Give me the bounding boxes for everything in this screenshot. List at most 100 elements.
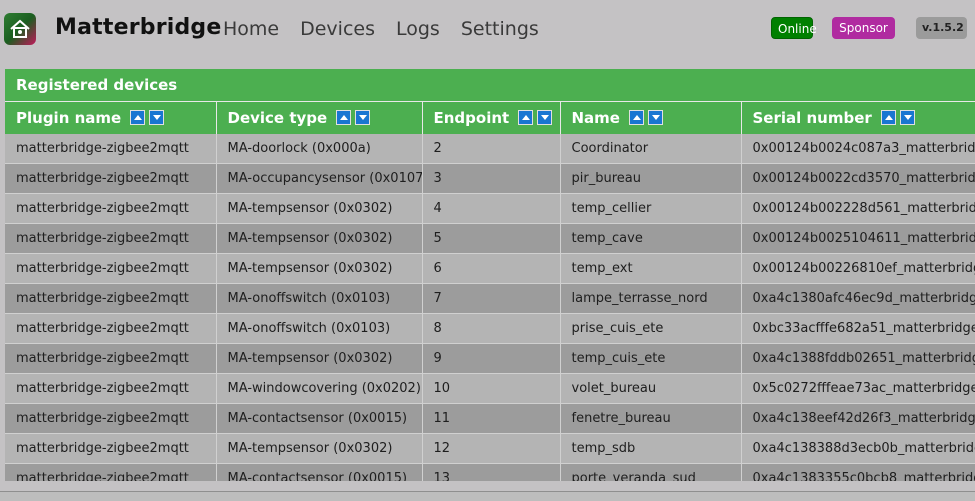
cell-endpoint: 9 <box>422 343 561 374</box>
column-label: Name <box>571 109 620 127</box>
sort-ascending-icon[interactable] <box>629 110 645 125</box>
cell-serial-number: 0xa4c1388fddb02651_matterbridge <box>741 343 975 374</box>
cell-device-type: MA-tempsensor (0x0302) <box>216 223 423 254</box>
cell-name: prise_cuis_ete <box>560 313 742 344</box>
cell-name: Coordinator <box>560 134 742 164</box>
cell-device-type: MA-tempsensor (0x0302) <box>216 343 423 374</box>
cell-endpoint: 3 <box>422 163 561 194</box>
table-body: matterbridge-zigbee2mqtt MA-doorlock (0x0… <box>5 134 975 481</box>
table-row[interactable]: matterbridge-zigbee2mqtt MA-onoffswitch (… <box>5 283 975 314</box>
cell-device-type: MA-occupancysensor (0x0107 <box>216 163 423 194</box>
cell-device-type: MA-contactsensor (0x0015) <box>216 463 423 481</box>
cell-plugin-name: matterbridge-zigbee2mqtt <box>5 403 217 434</box>
sort-descending-icon[interactable] <box>900 110 916 125</box>
cell-plugin-name: matterbridge-zigbee2mqtt <box>5 134 217 164</box>
table-row[interactable]: matterbridge-zigbee2mqtt MA-occupancysens… <box>5 163 975 194</box>
column-header-plugin-name: Plugin name <box>5 101 217 134</box>
app-header: Matterbridge Home Devices Logs Settings … <box>0 0 975 62</box>
sort-ascending-icon[interactable] <box>881 110 897 125</box>
cell-endpoint: 10 <box>422 373 561 404</box>
cell-device-type: MA-tempsensor (0x0302) <box>216 253 423 284</box>
cell-device-type: MA-onoffswitch (0x0103) <box>216 283 423 314</box>
cell-serial-number: 0xa4c1380afc46ec9d_matterbridge <box>741 283 975 314</box>
sort-descending-icon[interactable] <box>355 110 371 125</box>
sort-ascending-icon[interactable] <box>336 110 352 125</box>
table-row[interactable]: matterbridge-zigbee2mqtt MA-tempsensor (0… <box>5 433 975 464</box>
version-badge: v.1.5.2 <box>916 17 967 39</box>
nav-home[interactable]: Home <box>223 18 279 40</box>
cell-serial-number: 0x00124b0022cd3570_matterbridge <box>741 163 975 194</box>
table-row[interactable]: matterbridge-zigbee2mqtt MA-contactsensor… <box>5 463 975 481</box>
column-header-endpoint: Endpoint <box>422 101 561 134</box>
cell-name: temp_ext <box>560 253 742 284</box>
cell-device-type: MA-doorlock (0x000a) <box>216 134 423 164</box>
cell-serial-number: 0xa4c138388d3ecb0b_matterbridge <box>741 433 975 464</box>
logo-house-glyph <box>10 19 30 38</box>
cell-serial-number: 0x5c0272fffeae73ac_matterbridge <box>741 373 975 404</box>
column-label: Device type <box>227 109 328 127</box>
cell-endpoint: 5 <box>422 223 561 254</box>
table-row[interactable]: matterbridge-zigbee2mqtt MA-doorlock (0x0… <box>5 134 975 164</box>
cell-endpoint: 7 <box>422 283 561 314</box>
cell-name: temp_sdb <box>560 433 742 464</box>
cell-plugin-name: matterbridge-zigbee2mqtt <box>5 343 217 374</box>
cell-plugin-name: matterbridge-zigbee2mqtt <box>5 193 217 224</box>
cell-name: temp_cellier <box>560 193 742 224</box>
nav-devices[interactable]: Devices <box>300 18 375 40</box>
main-nav: Home Devices Logs Settings <box>223 18 560 40</box>
panel-title: Registered devices <box>5 69 975 101</box>
cell-serial-number: 0xbc33acfffe682a51_matterbridge <box>741 313 975 344</box>
cell-plugin-name: matterbridge-zigbee2mqtt <box>5 163 217 194</box>
table-row[interactable]: matterbridge-zigbee2mqtt MA-tempsensor (0… <box>5 193 975 224</box>
home-network-icon[interactable] <box>4 13 36 45</box>
cell-name: porte_veranda_sud <box>560 463 742 481</box>
cell-plugin-name: matterbridge-zigbee2mqtt <box>5 283 217 314</box>
column-header-name: Name <box>560 101 742 134</box>
cell-plugin-name: matterbridge-zigbee2mqtt <box>5 223 217 254</box>
column-label: Plugin name <box>16 109 122 127</box>
cell-serial-number: 0x00124b002228d561_matterbridge <box>741 193 975 224</box>
cell-device-type: MA-contactsensor (0x0015) <box>216 403 423 434</box>
table-row[interactable]: matterbridge-zigbee2mqtt MA-contactsensor… <box>5 403 975 434</box>
cell-name: pir_bureau <box>560 163 742 194</box>
cell-device-type: MA-windowcovering (0x0202) <box>216 373 423 404</box>
app-title: Matterbridge <box>55 15 222 40</box>
table-row[interactable]: matterbridge-zigbee2mqtt MA-tempsensor (0… <box>5 343 975 374</box>
cell-serial-number: 0xa4c1383355c0bcb8_matterbridge <box>741 463 975 481</box>
cell-endpoint: 12 <box>422 433 561 464</box>
sort-descending-icon[interactable] <box>537 110 553 125</box>
sort-descending-icon[interactable] <box>149 110 165 125</box>
cell-serial-number: 0x00124b0024c087a3_matterbridge <box>741 134 975 164</box>
sort-ascending-icon[interactable] <box>518 110 534 125</box>
cell-plugin-name: matterbridge-zigbee2mqtt <box>5 313 217 344</box>
registered-devices-panel: Registered devices Plugin name Device ty… <box>5 69 975 481</box>
sponsor-button[interactable]: Sponsor <box>832 17 895 39</box>
table-header-row: Plugin name Device type Endpoint Name Se… <box>5 101 975 134</box>
devices-table: Plugin name Device type Endpoint Name Se… <box>5 101 975 481</box>
cell-endpoint: 2 <box>422 134 561 164</box>
cell-device-type: MA-tempsensor (0x0302) <box>216 193 423 224</box>
table-row[interactable]: matterbridge-zigbee2mqtt MA-onoffswitch (… <box>5 313 975 344</box>
nav-settings[interactable]: Settings <box>461 18 539 40</box>
cell-endpoint: 11 <box>422 403 561 434</box>
cell-endpoint: 6 <box>422 253 561 284</box>
cell-name: lampe_terrasse_nord <box>560 283 742 314</box>
column-label: Endpoint <box>433 109 510 127</box>
cell-name: temp_cave <box>560 223 742 254</box>
nav-logs[interactable]: Logs <box>396 18 440 40</box>
sort-ascending-icon[interactable] <box>130 110 146 125</box>
cell-endpoint: 8 <box>422 313 561 344</box>
column-label: Serial number <box>752 109 872 127</box>
column-header-serial-number: Serial number <box>741 101 975 134</box>
cell-plugin-name: matterbridge-zigbee2mqtt <box>5 253 217 284</box>
column-header-device-type: Device type <box>216 101 423 134</box>
table-row[interactable]: matterbridge-zigbee2mqtt MA-tempsensor (0… <box>5 253 975 284</box>
cell-device-type: MA-tempsensor (0x0302) <box>216 433 423 464</box>
cell-plugin-name: matterbridge-zigbee2mqtt <box>5 463 217 481</box>
cell-endpoint: 4 <box>422 193 561 224</box>
cell-plugin-name: matterbridge-zigbee2mqtt <box>5 373 217 404</box>
table-row[interactable]: matterbridge-zigbee2mqtt MA-tempsensor (0… <box>5 223 975 254</box>
table-row[interactable]: matterbridge-zigbee2mqtt MA-windowcoverin… <box>5 373 975 404</box>
status-badge-online: Online <box>771 17 817 39</box>
sort-descending-icon[interactable] <box>648 110 664 125</box>
